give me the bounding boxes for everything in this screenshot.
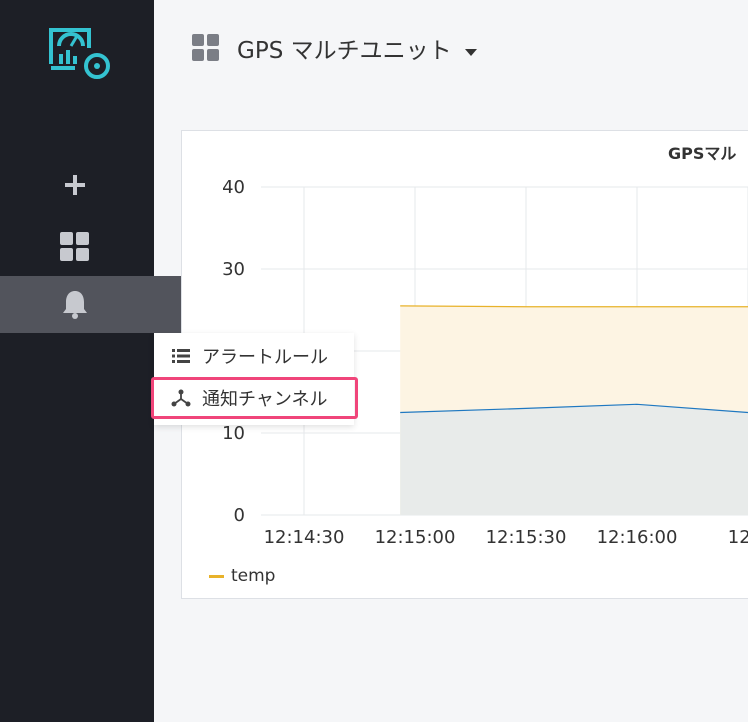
x-tick-label: 12:1	[728, 527, 748, 548]
plus-icon[interactable]	[59, 169, 91, 201]
y-tick-label: 10	[222, 423, 245, 444]
legend-label: temp	[231, 566, 276, 586]
list-icon	[170, 345, 192, 367]
notification-channels-highlight	[151, 377, 358, 419]
alert-rules-menu-item[interactable]: アラートルール	[154, 336, 354, 376]
sidebar	[0, 0, 154, 722]
x-tick-label: 12:14:30	[264, 527, 345, 548]
bell-icon[interactable]	[59, 288, 91, 320]
grid-icon	[192, 34, 220, 66]
dashboard-title[interactable]: GPS マルチユニット	[237, 31, 452, 65]
chart-legend[interactable]: temp	[209, 566, 275, 586]
dashboard-grid-icon[interactable]	[59, 231, 91, 263]
y-tick-label: 40	[222, 177, 245, 198]
series-area-1	[400, 404, 748, 515]
dashboard-header: GPS マルチユニット	[154, 0, 748, 95]
chevron-down-icon[interactable]	[465, 42, 477, 61]
alert-menu-title: アラート	[181, 294, 265, 318]
legend-swatch	[209, 574, 224, 578]
y-tick-label: 30	[222, 259, 245, 280]
x-tick-label: 12:15:30	[486, 527, 567, 548]
y-tick-label: 0	[234, 505, 245, 526]
x-tick-label: 12:16:00	[597, 527, 678, 548]
grafana-logo-icon[interactable]	[45, 24, 113, 84]
series-line-0	[400, 305, 748, 308]
x-axis-ticks: 12:14:30 12:15:00 12:15:30 12:16:00 12:1	[264, 527, 748, 548]
x-tick-label: 12:15:00	[375, 527, 456, 548]
alert-rules-label: アラートルール	[202, 347, 328, 368]
